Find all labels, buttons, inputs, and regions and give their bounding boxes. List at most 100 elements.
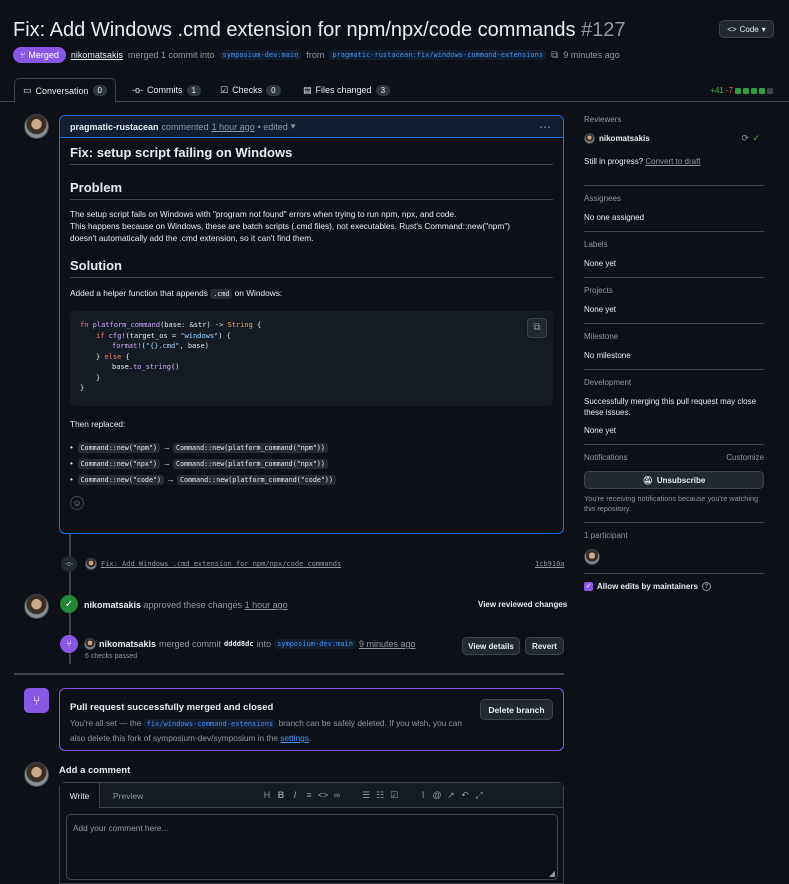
- view-reviewed-changes-button[interactable]: View reviewed changes: [478, 600, 567, 609]
- inline-code: Command::new(platform_command("code")): [176, 475, 336, 485]
- delete-branch-button[interactable]: Delete branch: [480, 699, 553, 720]
- tab-label: Conversation: [35, 85, 89, 96]
- tab-checks[interactable]: ☑ Checks 0: [212, 78, 289, 102]
- attach-icon[interactable]: ⌇: [416, 790, 430, 801]
- approver[interactable]: nikomatsakis: [84, 600, 141, 610]
- into-text: into: [256, 639, 272, 649]
- mention-icon[interactable]: @: [430, 790, 444, 800]
- development-heading[interactable]: Development: [584, 378, 764, 387]
- commit-icon: -o-: [61, 556, 77, 572]
- settings-link[interactable]: settings: [280, 733, 309, 743]
- arrow: →: [162, 442, 171, 452]
- inline-code: Command::new("npm"): [77, 443, 161, 453]
- approval-time[interactable]: 1 hour ago: [245, 600, 288, 610]
- solution-heading: Solution: [70, 259, 553, 278]
- merge-time[interactable]: 9 minutes ago: [359, 639, 416, 649]
- task-list-icon[interactable]: ☑: [387, 790, 401, 801]
- quote-icon[interactable]: ≡: [302, 790, 316, 800]
- status-badge: ⑂ Merged: [13, 47, 66, 63]
- unsubscribe-button[interactable]: 🔕︎ Unsubscribe: [584, 471, 764, 489]
- checks-passed[interactable]: 6 checks passed: [85, 653, 137, 660]
- problem-heading: Problem: [70, 181, 553, 200]
- comment-textarea[interactable]: Add your comment here... ◢: [66, 814, 558, 880]
- write-tab[interactable]: Write: [60, 783, 100, 808]
- author-link[interactable]: nikomatsakis: [71, 50, 123, 60]
- comment-action: commented: [161, 121, 209, 132]
- merged-text-part: You're all set — the: [70, 718, 142, 728]
- ordered-list-icon[interactable]: ☰: [359, 790, 373, 801]
- reply-icon[interactable]: ↶: [458, 790, 472, 801]
- still-in-progress: Still in progress?: [584, 157, 644, 166]
- avatar[interactable]: [24, 114, 49, 139]
- revert-button[interactable]: Revert: [525, 637, 564, 655]
- avatar[interactable]: [84, 638, 96, 650]
- avatar[interactable]: [584, 133, 595, 144]
- merger[interactable]: nikomatsakis: [99, 639, 156, 649]
- diffstat: +41 -7: [710, 86, 773, 95]
- edited-dropdown[interactable]: • edited: [258, 122, 288, 132]
- projects-heading[interactable]: Projects: [584, 286, 764, 295]
- code-button[interactable]: <> Code ▾: [719, 20, 774, 38]
- convert-to-draft-link[interactable]: Convert to draft: [645, 157, 700, 166]
- diff-block: [735, 87, 741, 94]
- code-icon[interactable]: <>: [316, 790, 330, 800]
- comment-body: Fix: setup script failing on Windows Pro…: [60, 146, 563, 510]
- development-value: None yet: [584, 426, 617, 435]
- copy-icon[interactable]: ⧉: [551, 50, 558, 61]
- labels-heading[interactable]: Labels: [584, 240, 764, 249]
- allow-edits-checkbox[interactable]: ✓: [584, 582, 593, 591]
- target-branch[interactable]: symposium-dev:main: [274, 639, 356, 649]
- re-request-icon[interactable]: ⟳: [741, 133, 749, 144]
- bold-icon[interactable]: B: [274, 790, 288, 800]
- comment-time[interactable]: 1 hour ago: [212, 122, 255, 132]
- code-block: fn platform_command(base: &str) -> Strin…: [70, 311, 553, 406]
- approval-text: nikomatsakis approved these changes 1 ho…: [84, 600, 288, 610]
- tab-count: 0: [92, 85, 107, 96]
- avatar[interactable]: [584, 549, 600, 565]
- replacement-list: • Command::new("npm") → Command::new(pla…: [70, 440, 553, 488]
- reviewers-section: Reviewers nikomatsakis ⟳ ✓ Still in prog…: [584, 115, 764, 186]
- avatar[interactable]: [24, 594, 49, 619]
- tab-count: 1: [186, 84, 201, 96]
- reference-icon[interactable]: ↗: [444, 790, 458, 801]
- avatar[interactable]: [85, 558, 97, 570]
- view-details-button[interactable]: View details: [462, 637, 520, 655]
- unordered-list-icon[interactable]: ☷: [373, 790, 387, 801]
- pr-description-comment: pragmatic-rustacean commented 1 hour ago…: [59, 115, 564, 534]
- avatar[interactable]: [24, 762, 49, 787]
- copy-icon[interactable]: ⧉: [527, 318, 547, 338]
- merged-text: You're all set — the fix/windows-command…: [70, 716, 480, 745]
- comment-header: pragmatic-rustacean commented 1 hour ago…: [60, 116, 563, 138]
- kebab-menu-icon[interactable]: ⋯: [539, 120, 551, 134]
- assignees-heading[interactable]: Assignees: [584, 194, 764, 203]
- italic-icon[interactable]: I: [288, 790, 302, 800]
- commit-message-link[interactable]: Fix: Add Windows .cmd extension for npm/…: [101, 560, 341, 568]
- labels-section: Labels None yet: [584, 240, 764, 278]
- tab-commits[interactable]: -o- Commits 1: [124, 78, 209, 102]
- reviewer-name[interactable]: nikomatsakis: [599, 133, 650, 144]
- base-branch[interactable]: symposium-dev:main: [219, 50, 302, 60]
- help-icon[interactable]: ?: [701, 582, 711, 591]
- preview-tab[interactable]: Preview: [113, 791, 143, 801]
- resize-handle-icon[interactable]: ◢: [549, 869, 555, 878]
- link-icon[interactable]: ∞: [330, 790, 344, 800]
- heading-icon[interactable]: H: [260, 790, 274, 800]
- chevron-down-icon[interactable]: ▾: [291, 121, 296, 132]
- emoji-reaction-icon[interactable]: ☺: [70, 496, 84, 510]
- period: .: [308, 733, 312, 743]
- conversation-icon: ▭: [23, 85, 32, 95]
- tab-conversation[interactable]: ▭ Conversation 0: [14, 78, 116, 103]
- reviewers-heading[interactable]: Reviewers: [584, 115, 764, 124]
- development-text: Successfully merging this pull request m…: [584, 397, 757, 417]
- fullscreen-icon[interactable]: ⤢: [472, 790, 486, 801]
- commit-sha-link[interactable]: 1cb910a: [535, 560, 565, 568]
- tab-files-changed[interactable]: ▤ Files changed 3: [295, 78, 398, 102]
- inline-code: Command::new("npx"): [77, 459, 161, 469]
- head-branch[interactable]: pragmatic-rustacean:fix/windows-command-…: [329, 50, 547, 60]
- merge-commit-sha[interactable]: dddd8dc: [224, 640, 254, 648]
- code-button-label: Code: [739, 24, 759, 34]
- solution-text: on Windows:: [234, 288, 283, 298]
- milestone-heading[interactable]: Milestone: [584, 332, 764, 341]
- comment-author[interactable]: pragmatic-rustacean: [70, 122, 159, 132]
- customize-link[interactable]: Customize: [726, 453, 764, 462]
